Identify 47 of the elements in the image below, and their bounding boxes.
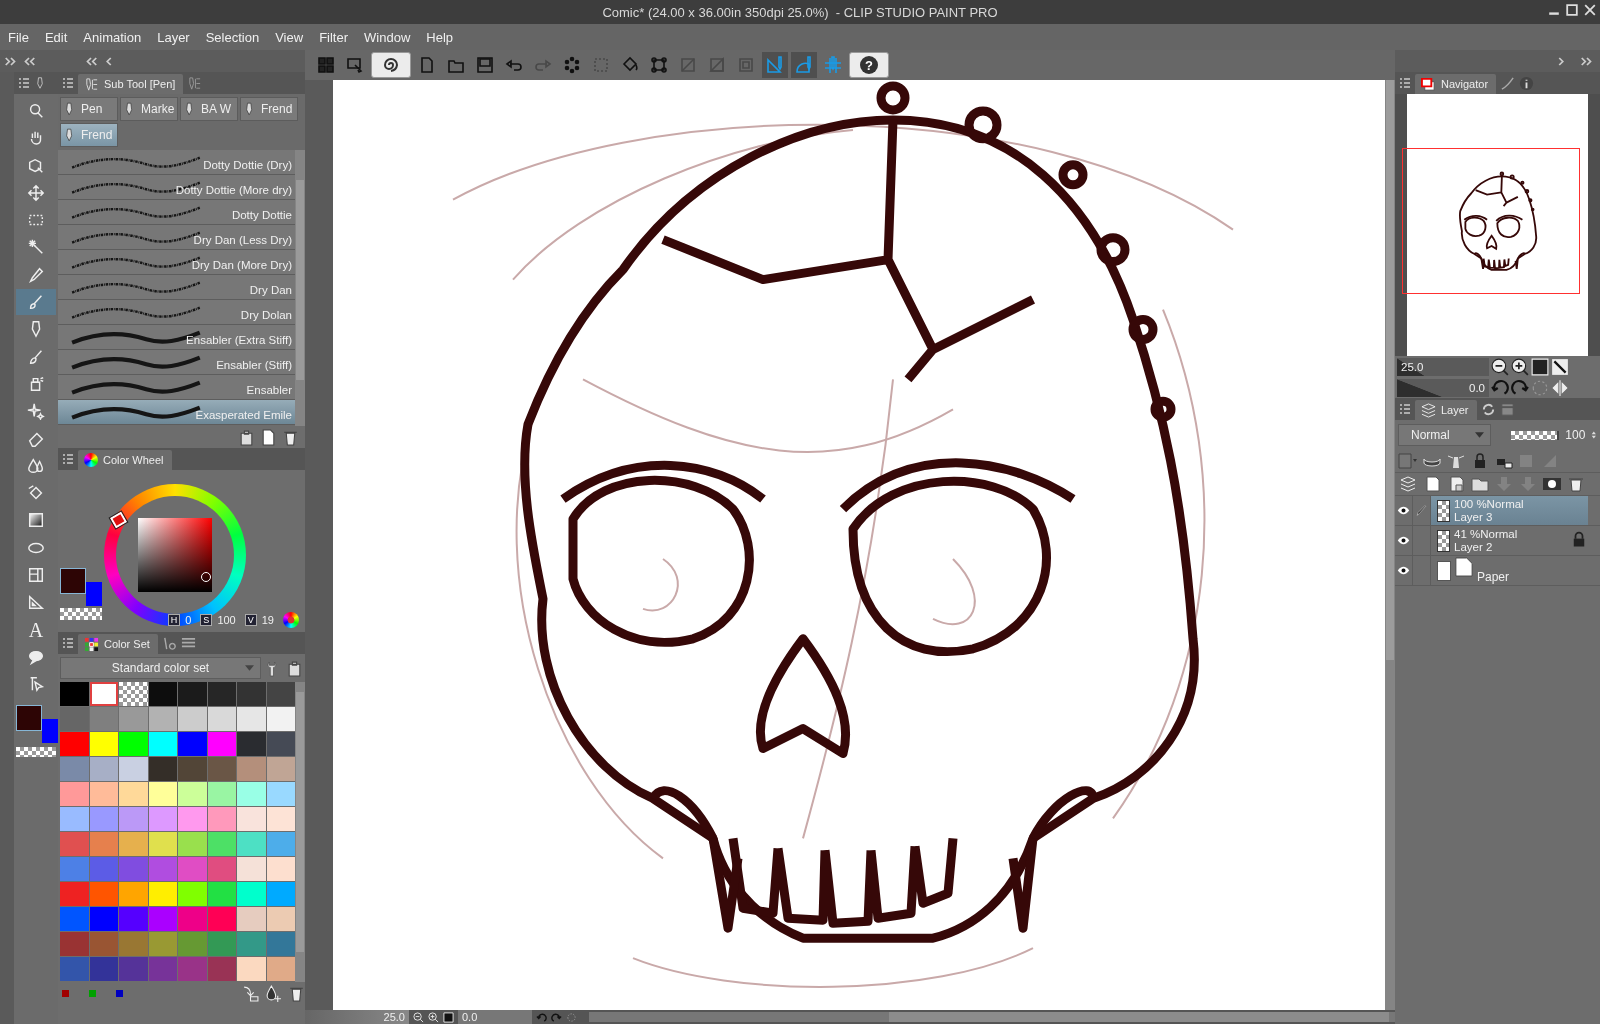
- layer-item[interactable]: 100 %Normal Layer 3: [1431, 496, 1588, 525]
- saturation-value: 100: [217, 614, 236, 626]
- menu-item[interactable]: File: [8, 29, 29, 45]
- brush-list-item[interactable]: Exasperated Emile: [58, 400, 295, 425]
- tool-button[interactable]: A: [16, 616, 56, 643]
- brightness-value: 19: [261, 614, 274, 626]
- menu-item[interactable]: Edit: [44, 29, 68, 45]
- sub-tool-tab[interactable]: BA W: [180, 97, 238, 121]
- sub-tool-tab[interactable]: Pen: [60, 97, 118, 121]
- panel-tab[interactable]: Sub Tool [Pen]: [78, 74, 184, 94]
- hue-value: 0: [185, 614, 192, 626]
- panel-tab[interactable]: Color Set: [78, 634, 158, 654]
- value-label: V: [244, 614, 257, 626]
- brush-list-item[interactable]: Dry Dan (Less Dry): [58, 225, 295, 250]
- menu-item[interactable]: View: [275, 29, 304, 45]
- saturation-label: S: [200, 614, 213, 626]
- brush-list-item[interactable]: Dotty Dottie: [58, 200, 295, 225]
- zoom-field[interactable]: 25.0: [305, 1010, 409, 1024]
- menu-item[interactable]: Help: [426, 29, 454, 45]
- brush-list-item[interactable]: Dry Dan (More Dry): [58, 250, 295, 275]
- brush-list-item[interactable]: Ensabler (Stiff): [58, 350, 295, 375]
- help-button[interactable]: ?: [849, 52, 889, 78]
- layer-item[interactable]: 41 %Normal Layer 2: [1431, 526, 1588, 555]
- brush-list-item[interactable]: Dotty Dottie (Dry): [58, 150, 295, 175]
- menu-item[interactable]: Animation: [83, 29, 142, 45]
- panel-tab[interactable]: Layer: [1415, 400, 1477, 420]
- blend-mode-dropdown[interactable]: Normal: [1398, 424, 1491, 446]
- menu-item[interactable]: Filter: [319, 29, 349, 45]
- brush-list-item[interactable]: Ensabler (Extra Stiff): [58, 325, 295, 350]
- rotation-slider[interactable]: 0.0: [1397, 378, 1489, 397]
- sub-tool-tab[interactable]: Frend: [240, 97, 298, 121]
- window-title: Comic* (24.00 x 36.00in 350dpi 25.0%) - CLIP STUDIO PAINT PRO: [602, 4, 998, 20]
- zoom-slider[interactable]: 25.0: [1397, 357, 1489, 376]
- brush-list-item[interactable]: Dotty Dottie (More dry): [58, 175, 295, 200]
- brush-list-item[interactable]: Ensabler: [58, 375, 295, 400]
- color-set-dropdown[interactable]: Standard color set: [60, 657, 261, 679]
- opacity-value[interactable]: 100: [1565, 428, 1586, 442]
- menu-item[interactable]: Selection: [205, 29, 260, 45]
- menu-item[interactable]: Layer: [157, 29, 190, 45]
- menu-item[interactable]: Window: [364, 29, 411, 45]
- brush-list-item[interactable]: Dry Dolan: [58, 300, 295, 325]
- sub-tool-tab[interactable]: Marke: [120, 97, 178, 121]
- layer-item[interactable]: Paper: [1431, 556, 1588, 585]
- panel-tab[interactable]: Color Wheel: [78, 450, 172, 470]
- brush-list-item[interactable]: Dry Dan: [58, 275, 295, 300]
- panel-tab[interactable]: Navigator: [1415, 74, 1497, 94]
- rotation-field[interactable]: 0.0: [458, 1010, 532, 1024]
